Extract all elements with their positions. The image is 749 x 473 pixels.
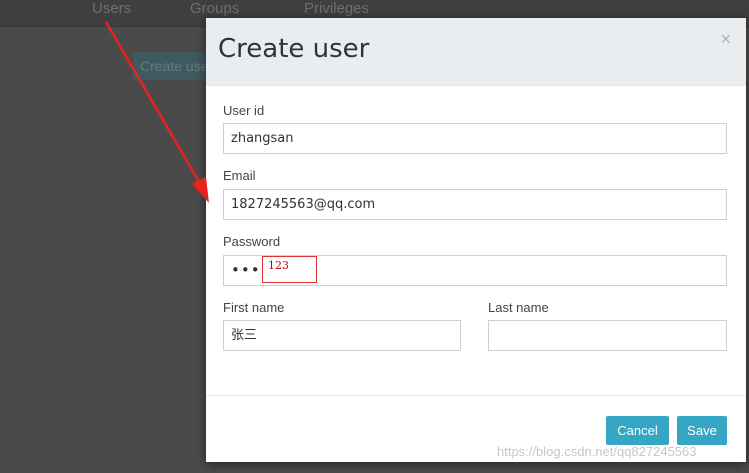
password-annotation-box: 123: [262, 256, 317, 283]
save-button[interactable]: Save: [677, 416, 727, 445]
nav-users: Users: [92, 0, 132, 17]
email-input[interactable]: 1827245563@qq.com: [223, 189, 727, 220]
create-user-modal: Create user × User id zhangsan Email 182…: [206, 18, 746, 462]
last-name-label: Last name: [488, 300, 549, 315]
password-label: Password: [223, 234, 281, 249]
nav-privileges: Privileges: [304, 0, 370, 17]
close-icon[interactable]: ×: [720, 30, 731, 48]
password-mask: •••: [231, 261, 261, 279]
user-id-label: User id: [223, 103, 265, 118]
first-name-input[interactable]: 张三: [223, 320, 461, 351]
last-name-input[interactable]: [488, 320, 727, 351]
nav-groups: Groups: [190, 0, 240, 17]
user-id-input[interactable]: zhangsan: [223, 123, 727, 154]
modal-title: Create user: [218, 34, 370, 64]
cancel-button[interactable]: Cancel: [606, 416, 669, 445]
watermark: https://blog.csdn.net/qq827245563: [497, 444, 697, 459]
arrow-shaft: [104, 21, 204, 188]
modal-header: Create user ×: [206, 18, 746, 86]
email-label: Email: [223, 168, 256, 183]
first-name-label: First name: [223, 300, 285, 315]
